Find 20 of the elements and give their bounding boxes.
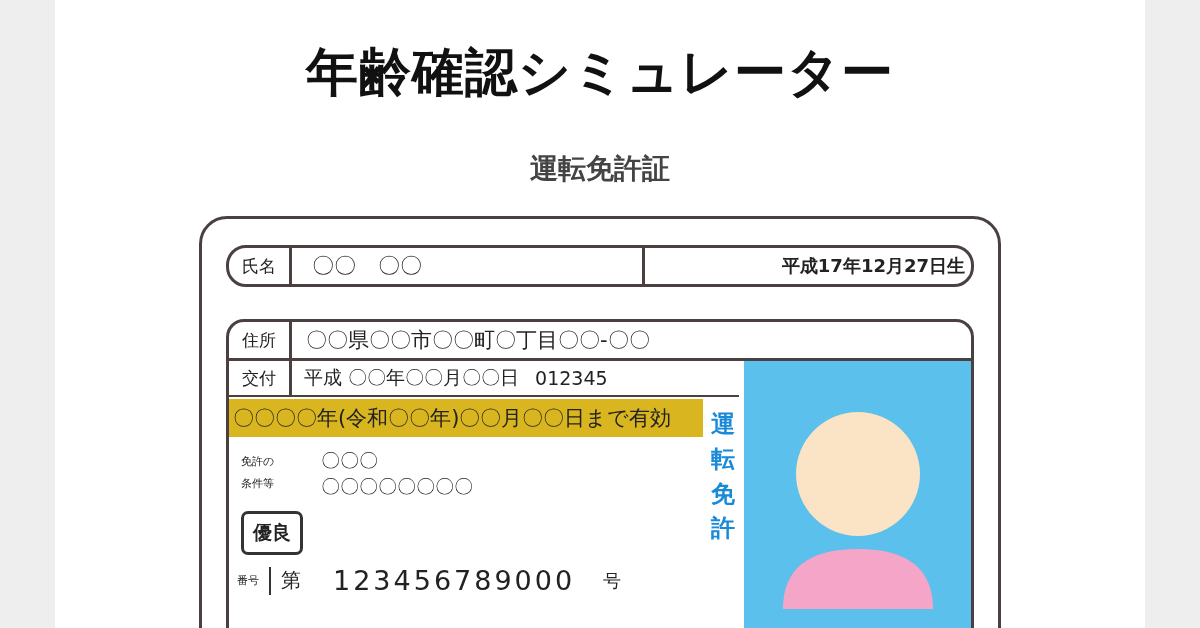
conditions-value: 〇〇〇〇〇〇〇〇: [321, 474, 473, 499]
number-suffix: 号: [602, 568, 622, 593]
field-label: 住所: [229, 322, 292, 358]
birth-date: 平成17年12月27日生: [780, 254, 966, 278]
number-label: 番号: [229, 566, 271, 595]
conditions-label: 免許の 条件等: [240, 454, 275, 492]
issue-number: 012345: [534, 366, 608, 391]
issue-date: 平成 〇〇年〇〇月〇〇日: [303, 365, 520, 390]
name-value: 〇〇 〇〇: [292, 248, 645, 284]
conditions-value: 〇〇〇: [321, 448, 379, 473]
address-value: 〇〇県〇〇市〇〇町〇丁目〇〇-〇〇: [305, 327, 650, 354]
license-number: 123456789000: [333, 565, 576, 596]
expiry-band: 〇〇〇〇年(令和〇〇年)〇〇月〇〇日まで有効: [229, 399, 703, 437]
vertical-card-title: 運転免許: [710, 409, 736, 545]
page-title: 年齢確認シミュレーター: [306, 41, 894, 104]
excellent-driver-badge: 優良: [241, 511, 303, 555]
field-label: 氏名: [229, 248, 292, 284]
field-label: 交付: [229, 361, 292, 395]
number-prefix: 第: [280, 567, 302, 594]
section-heading: 運転免許証: [530, 151, 670, 187]
